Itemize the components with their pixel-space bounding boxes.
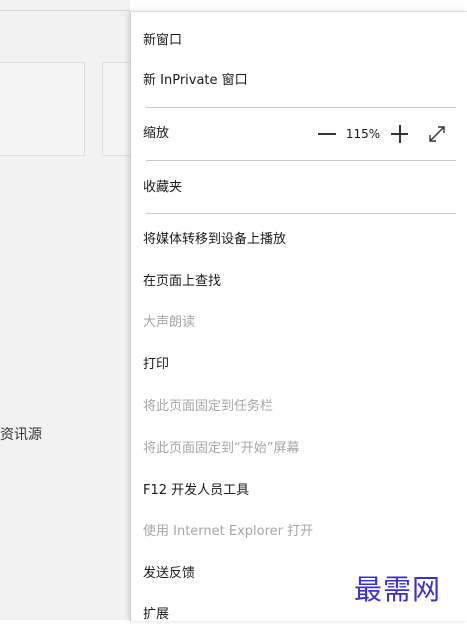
zoom-level: 115% [345, 127, 381, 141]
zoom-out-button[interactable] [315, 123, 339, 145]
menu-item-pin-start[interactable]: 将此页面固定到“开始”屏幕 [143, 440, 299, 458]
menu-item-dev-tools[interactable]: F12 开发人员工具 [143, 482, 249, 500]
menu-item-cast-media[interactable]: 将媒体转移到设备上播放 [143, 231, 286, 249]
menu-item-send-feedback[interactable]: 发送反馈 [143, 565, 195, 583]
watermark-logo: 最需网 [354, 573, 442, 606]
menu-item-print[interactable]: 打印 [143, 356, 169, 374]
menu-item-new-window[interactable]: 新窗口 [143, 32, 182, 50]
menu-item-read-aloud[interactable]: 大声朗读 [143, 314, 195, 332]
settings-menu: 新窗口 新 InPrivate 窗口 缩放 115% 收藏夹 将媒体转移到设备上… [130, 11, 467, 624]
menu-divider [146, 160, 456, 161]
menu-item-extensions[interactable]: 扩展 [143, 606, 169, 624]
minus-icon [318, 133, 336, 135]
menu-item-favorites[interactable]: 收藏夹 [143, 179, 182, 197]
zoom-label: 缩放 [143, 126, 170, 141]
top-site-tile[interactable] [0, 62, 85, 156]
fullscreen-button[interactable] [425, 123, 449, 145]
menu-item-pin-taskbar[interactable]: 将此页面固定到任务栏 [143, 398, 273, 416]
menu-item-find-on-page[interactable]: 在页面上查找 [143, 273, 221, 291]
zoom-in-button[interactable] [387, 123, 411, 145]
fullscreen-icon [429, 126, 445, 142]
toolbar-border [0, 10, 130, 11]
menu-item-open-ie[interactable]: 使用 Internet Explorer 打开 [143, 523, 313, 541]
menu-divider [146, 107, 456, 108]
zoom-row: 缩放 115% [143, 123, 453, 145]
menu-divider [146, 213, 456, 214]
menu-item-new-inprivate-window[interactable]: 新 InPrivate 窗口 [143, 72, 248, 90]
news-feed-label: 资讯源 [0, 427, 42, 443]
